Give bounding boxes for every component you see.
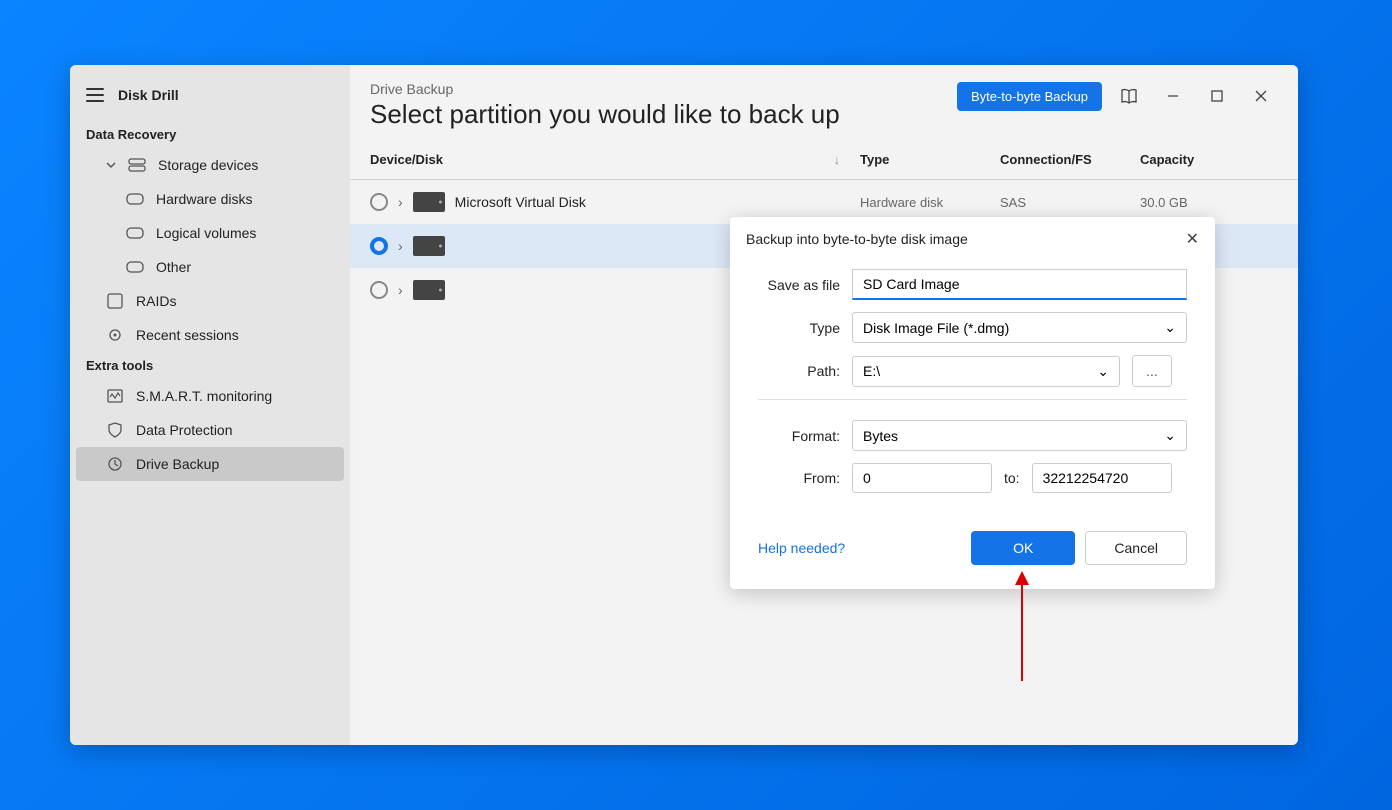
modal-footer: Help needed? OK Cancel bbox=[730, 517, 1215, 589]
page-title: Select partition you would like to back … bbox=[370, 99, 957, 130]
modal-title: Backup into byte-to-byte disk image bbox=[746, 231, 968, 247]
section-extra-tools: Extra tools bbox=[70, 352, 350, 379]
byte-to-byte-backup-button[interactable]: Byte-to-byte Backup bbox=[957, 82, 1102, 111]
filename-input[interactable] bbox=[852, 269, 1187, 300]
path-selected: E:\ bbox=[863, 363, 880, 379]
drive-stack-icon bbox=[128, 156, 146, 174]
close-button[interactable] bbox=[1244, 81, 1278, 111]
sidebar-item-other[interactable]: Other bbox=[70, 250, 350, 284]
type-label: Type bbox=[758, 320, 840, 336]
help-link[interactable]: Help needed? bbox=[758, 540, 845, 556]
type-selected: Disk Image File (*.dmg) bbox=[863, 320, 1009, 336]
device-cap: 30.0 GB bbox=[1140, 195, 1278, 210]
format-label: Format: bbox=[758, 428, 840, 444]
breadcrumb: Drive Backup bbox=[370, 81, 957, 97]
sidebar-item-label: Logical volumes bbox=[156, 225, 256, 241]
divider bbox=[758, 399, 1187, 400]
sidebar-item-label: Hardware disks bbox=[156, 191, 252, 207]
column-capacity[interactable]: Capacity bbox=[1140, 152, 1278, 167]
sidebar-item-drive-backup[interactable]: Drive Backup bbox=[76, 447, 344, 481]
top-actions: Byte-to-byte Backup bbox=[957, 81, 1278, 111]
sidebar-item-logical-volumes[interactable]: Logical volumes bbox=[70, 216, 350, 250]
chevron-down-icon: ⌄ bbox=[1164, 427, 1176, 444]
monitor-icon bbox=[106, 387, 124, 405]
sidebar-item-label: Drive Backup bbox=[136, 456, 219, 472]
to-input[interactable] bbox=[1032, 463, 1172, 493]
volume-icon bbox=[126, 224, 144, 242]
sidebar-item-hardware-disks[interactable]: Hardware disks bbox=[70, 182, 350, 216]
minimize-button[interactable] bbox=[1156, 81, 1190, 111]
chevron-down-icon: ⌄ bbox=[1097, 363, 1109, 380]
type-select[interactable]: Disk Image File (*.dmg) ⌄ bbox=[852, 312, 1187, 343]
app-window: Disk Drill Data Recovery Storage devices… bbox=[70, 65, 1298, 745]
sidebar-item-label: Storage devices bbox=[158, 157, 258, 173]
chevron-down-icon: ⌄ bbox=[1164, 319, 1176, 336]
device-name: Microsoft Virtual Disk bbox=[455, 194, 586, 210]
sidebar-item-storage-devices[interactable]: Storage devices bbox=[70, 148, 350, 182]
browse-button[interactable]: ... bbox=[1132, 355, 1172, 387]
cancel-button[interactable]: Cancel bbox=[1085, 531, 1187, 565]
app-title: Disk Drill bbox=[118, 87, 179, 103]
row-radio[interactable] bbox=[370, 237, 388, 255]
hamburger-icon[interactable] bbox=[86, 88, 104, 102]
column-type[interactable]: Type bbox=[860, 152, 1000, 167]
sidebar-item-label: Data Protection bbox=[136, 422, 233, 438]
other-icon bbox=[126, 258, 144, 276]
format-selected: Bytes bbox=[863, 428, 898, 444]
chevron-right-icon[interactable]: › bbox=[398, 194, 403, 210]
column-device[interactable]: Device/Disk↓ bbox=[370, 152, 860, 167]
device-conn: SAS bbox=[1000, 195, 1140, 210]
from-input[interactable] bbox=[852, 463, 992, 493]
shield-icon bbox=[106, 421, 124, 439]
row-radio[interactable] bbox=[370, 193, 388, 211]
book-icon[interactable] bbox=[1112, 81, 1146, 111]
path-label: Path: bbox=[758, 363, 840, 379]
sidebar-header: Disk Drill bbox=[70, 81, 350, 121]
sidebar-item-data-protection[interactable]: Data Protection bbox=[70, 413, 350, 447]
raid-icon bbox=[106, 292, 124, 310]
disk-icon bbox=[126, 190, 144, 208]
to-label: to: bbox=[1004, 470, 1020, 486]
sidebar-item-label: RAIDs bbox=[136, 293, 176, 309]
sidebar-item-recent-sessions[interactable]: Recent sessions bbox=[70, 318, 350, 352]
backup-modal: Backup into byte-to-byte disk image ✕ Sa… bbox=[730, 217, 1215, 589]
sidebar-item-raids[interactable]: RAIDs bbox=[70, 284, 350, 318]
modal-header: Backup into byte-to-byte disk image ✕ bbox=[730, 217, 1215, 261]
column-connection[interactable]: Connection/FS bbox=[1000, 152, 1140, 167]
modal-body: Save as file Type Disk Image File (*.dmg… bbox=[730, 261, 1215, 517]
row-radio[interactable] bbox=[370, 281, 388, 299]
title-block: Drive Backup Select partition you would … bbox=[370, 81, 957, 130]
drive-icon bbox=[413, 192, 445, 212]
chevron-down-icon bbox=[106, 160, 116, 170]
drive-icon bbox=[413, 280, 445, 300]
sidebar-item-label: Recent sessions bbox=[136, 327, 239, 343]
chevron-right-icon[interactable]: › bbox=[398, 238, 403, 254]
from-label: From: bbox=[758, 470, 840, 486]
gear-icon bbox=[106, 326, 124, 344]
maximize-button[interactable] bbox=[1200, 81, 1234, 111]
main-content: Drive Backup Select partition you would … bbox=[350, 65, 1298, 745]
modal-close-icon[interactable]: ✕ bbox=[1186, 229, 1199, 249]
section-data-recovery: Data Recovery bbox=[70, 121, 350, 148]
chevron-right-icon[interactable]: › bbox=[398, 282, 403, 298]
sidebar: Disk Drill Data Recovery Storage devices… bbox=[70, 65, 350, 745]
device-type: Hardware disk bbox=[860, 195, 1000, 210]
sidebar-item-label: S.M.A.R.T. monitoring bbox=[136, 388, 272, 404]
topbar: Drive Backup Select partition you would … bbox=[350, 65, 1298, 140]
sort-arrow-icon: ↓ bbox=[834, 153, 840, 167]
history-icon bbox=[106, 455, 124, 473]
drive-icon bbox=[413, 236, 445, 256]
ok-button[interactable]: OK bbox=[971, 531, 1075, 565]
table-header: Device/Disk↓ Type Connection/FS Capacity bbox=[350, 140, 1298, 180]
path-select[interactable]: E:\ ⌄ bbox=[852, 356, 1120, 387]
sidebar-item-label: Other bbox=[156, 259, 191, 275]
format-select[interactable]: Bytes ⌄ bbox=[852, 420, 1187, 451]
sidebar-item-smart[interactable]: S.M.A.R.T. monitoring bbox=[70, 379, 350, 413]
save-as-label: Save as file bbox=[758, 277, 840, 293]
